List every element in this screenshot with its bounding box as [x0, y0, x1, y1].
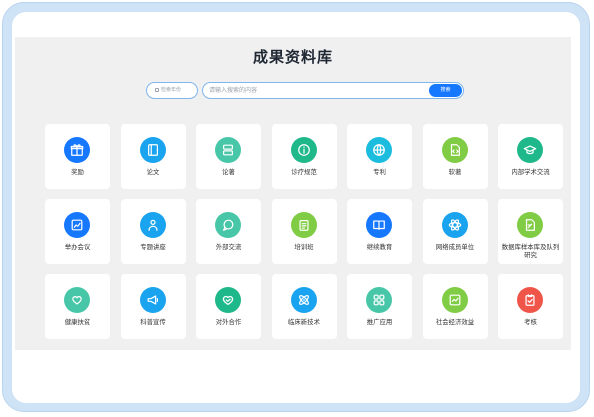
book-icon [139, 137, 166, 163]
layers-icon [215, 137, 241, 163]
chat-icon [215, 212, 241, 238]
resource-library-screen: 成果资料库 检索年份 搜索 奖励 论文 论著 诊疗规范 专利 软著 内部学术交流举办会议 专题… [15, 37, 571, 350]
category-card-label: 软著 [448, 168, 462, 176]
category-card-label: 网络成员单位 [435, 243, 475, 251]
category-card[interactable]: 论著 [196, 124, 261, 189]
handshake-heart-icon [215, 287, 241, 313]
category-card[interactable]: 推广应用 [347, 274, 412, 339]
heart-hand-icon [64, 287, 90, 313]
category-card-label: 论文 [146, 168, 160, 176]
category-card[interactable]: 专题讲座 [120, 199, 186, 264]
category-card[interactable]: 诊疗规范 [271, 124, 337, 189]
network-icon [441, 212, 468, 238]
search-input[interactable] [209, 84, 419, 97]
category-card-label: 对外合作 [215, 318, 242, 326]
category-card-label: 专题讲座 [140, 243, 166, 251]
globe-icon [366, 137, 392, 163]
search-bar: 搜索 [202, 82, 464, 99]
category-card-label: 数据库样本库及队列研究 [501, 243, 560, 259]
apps-icon [366, 287, 392, 313]
calendar-icon [155, 87, 159, 92]
category-card-label: 外部交流 [215, 243, 242, 251]
category-card-label: 临床新技术 [288, 318, 320, 326]
category-card[interactable]: 奖励 [45, 124, 110, 189]
category-card[interactable]: 外部交流 [196, 199, 261, 264]
category-card[interactable]: 继续教育 [347, 199, 412, 264]
atom-icon [290, 287, 317, 313]
trend-icon [441, 287, 468, 313]
code-file-icon [441, 137, 468, 163]
edit-doc-icon [517, 212, 543, 238]
year-filter-select[interactable]: 检索年份 [146, 82, 198, 99]
category-card[interactable]: 临床新技术 [271, 274, 337, 339]
clipboard-icon [290, 212, 317, 238]
category-card-label: 论著 [222, 168, 235, 176]
category-card-label: 继续教育 [366, 243, 393, 251]
page-title: 成果资料库 [252, 48, 333, 66]
category-card[interactable]: 举办会议 [45, 199, 110, 264]
category-card-label: 奖励 [71, 168, 84, 176]
category-card[interactable]: 数据库样本库及队列研究 [498, 199, 563, 264]
category-card[interactable]: 内部学术交流 [498, 124, 563, 189]
category-card-label: 专利 [373, 168, 386, 176]
category-card-label: 社会经济效益 [435, 318, 475, 326]
category-card-label: 内部学术交流 [511, 168, 550, 176]
category-card-label: 推广应用 [366, 318, 393, 326]
category-card[interactable]: 社会经济效益 [422, 274, 488, 339]
category-card[interactable]: 科普宣传 [120, 274, 186, 339]
category-card[interactable]: 对外合作 [196, 274, 261, 339]
category-card[interactable]: 专利 [347, 124, 412, 189]
category-card[interactable]: 健康扶贫 [45, 274, 110, 339]
category-card-label: 诊疗规范 [291, 168, 317, 176]
search-button[interactable]: 搜索 [429, 84, 462, 97]
category-card-label: 培训班 [294, 243, 314, 251]
category-card[interactable]: 论文 [120, 124, 186, 189]
open-book-icon [366, 212, 392, 238]
presenter-icon [139, 212, 166, 238]
megaphone-icon [139, 287, 166, 313]
category-card[interactable]: 培训班 [271, 199, 337, 264]
graduation-cap-icon [517, 137, 543, 163]
chart-card-icon [64, 212, 90, 238]
gift-icon [64, 137, 90, 163]
category-card[interactable]: 考核 [498, 274, 563, 339]
category-card[interactable]: 网络成员单位 [422, 199, 488, 264]
category-card-label: 考核 [524, 318, 537, 326]
category-grid: 奖励 论文 论著 诊疗规范 专利 软著 内部学术交流举办会议 专题讲座 外部交流 培训班 继续教育 网… [45, 124, 565, 339]
category-card-label: 健康扶贫 [64, 318, 91, 326]
category-card-label: 科普宣传 [140, 318, 166, 326]
info-icon [290, 137, 317, 163]
year-filter-placeholder: 检索年份 [161, 87, 182, 93]
check-clipboard-icon [517, 287, 543, 313]
category-card-label: 举办会议 [64, 243, 91, 251]
category-card[interactable]: 软著 [422, 124, 488, 189]
